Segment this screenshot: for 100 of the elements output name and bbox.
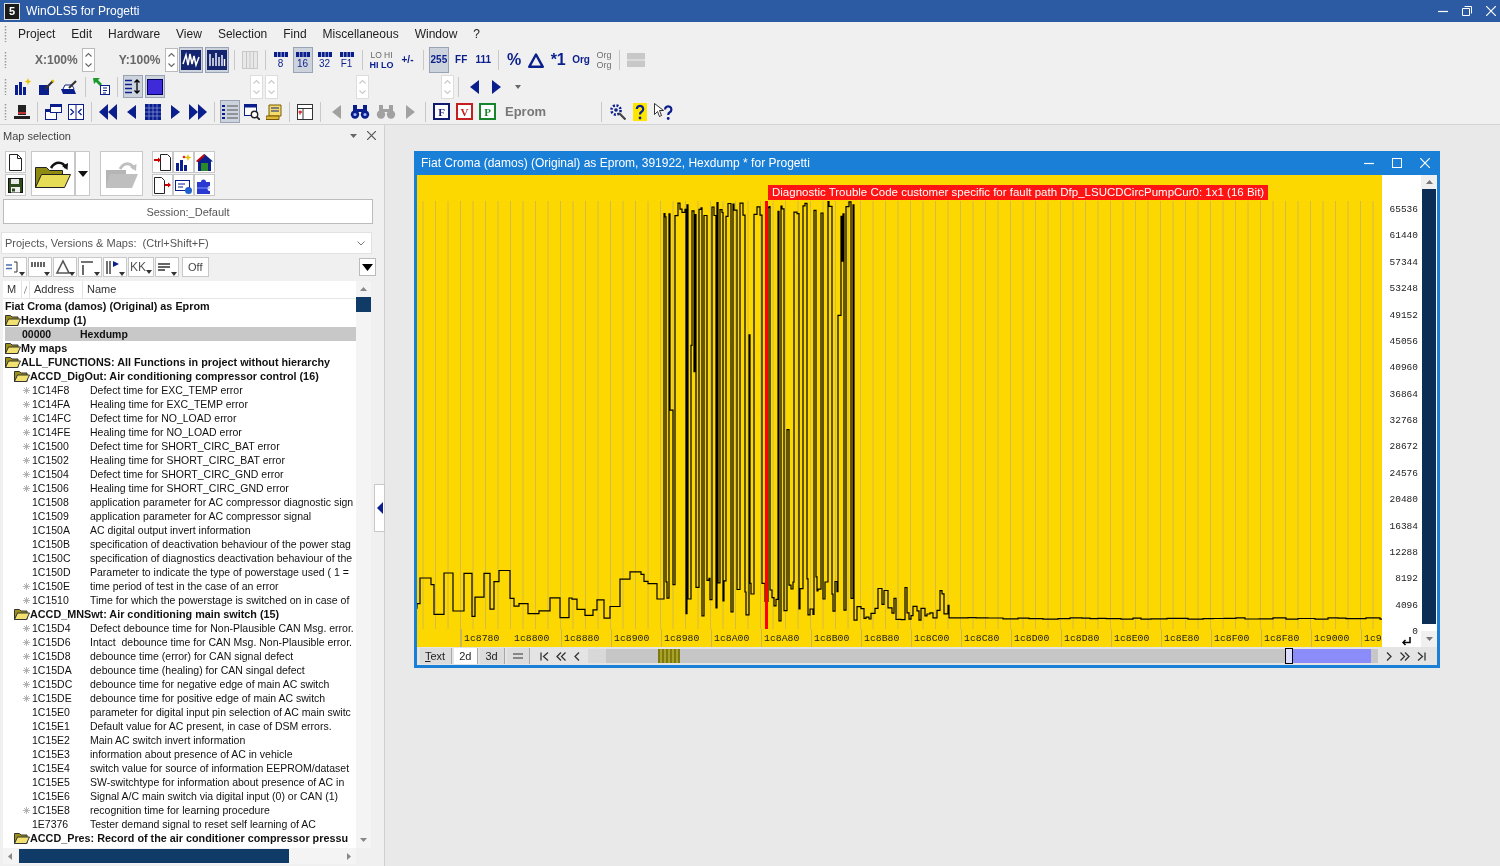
filter-button[interactable] (155, 257, 179, 277)
filter-button[interactable] (28, 257, 52, 277)
map-row[interactable]: 1C15E8 recognition time for learning procedure (5, 803, 356, 817)
view-tab[interactable] (506, 648, 530, 664)
tool-button[interactable]: +/- (397, 47, 418, 73)
map-row[interactable]: 1C14FE Healing time for NO_LOAD error (5, 425, 356, 439)
map-row[interactable]: 1C15E1 Default value for AC present, in case of DSM errors. (5, 719, 356, 733)
map-row[interactable]: 1C1500 Defect time for SHORT_CIRC_BAT error (5, 439, 356, 453)
toggle-button[interactable]: Off (182, 257, 209, 277)
grip-icon[interactable] (4, 25, 7, 43)
tool-button[interactable] (173, 174, 194, 196)
tool-button[interactable] (31, 151, 75, 196)
tool-button[interactable]: Org (570, 47, 592, 73)
map-row[interactable]: 1C15D6 Intact debounce time for CAN Msg. Non-Plausible error. (5, 635, 356, 649)
map-row[interactable]: 1C1510 Time for which the powerstage is switched on in case of (5, 593, 356, 607)
folder-label[interactable]: ACCD_MNSwt: Air conditioning main switch (15) (30, 607, 280, 621)
menu-item[interactable]: Miscellaneous (314, 27, 407, 41)
menu-item[interactable]: ? (465, 27, 488, 41)
map-row[interactable]: 1C1502 Healing time for SHORT_CIRC_BAT error (5, 453, 356, 467)
filter-button[interactable] (103, 257, 127, 277)
dropdown-button[interactable] (75, 151, 90, 196)
letter-button[interactable]: F (433, 103, 450, 120)
double-chevron-right-icon[interactable] (1399, 651, 1410, 661)
scroll-thumb[interactable] (356, 297, 371, 312)
map-row[interactable]: 1C15E0 parameter for digital input pin selection of AC main switc (5, 705, 356, 719)
tool-button[interactable] (178, 47, 203, 73)
tool-button[interactable] (145, 75, 165, 98)
scroll-right-icon[interactable] (347, 852, 351, 860)
return-arrow-icon[interactable] (1402, 637, 1411, 646)
map-row[interactable]: 1C15E3 information about presence of AC in vehicle (5, 747, 356, 761)
tool-button[interactable] (220, 100, 240, 123)
menu-item[interactable]: Selection (209, 27, 276, 41)
tool-button[interactable]: LO HI HI LO (367, 47, 396, 73)
grip-icon[interactable] (4, 51, 7, 69)
tool-button[interactable]: 111 (473, 47, 494, 73)
collapse-button[interactable] (374, 484, 385, 532)
filter-button[interactable] (53, 257, 77, 277)
scroll-thumb[interactable] (1422, 189, 1436, 624)
map-row[interactable]: 1C15E5 SW-switchtype for information about presence of AC in (5, 775, 356, 789)
column-header[interactable]: Name (83, 281, 356, 298)
scroll-thumb[interactable] (19, 849, 289, 863)
restore-icon[interactable] (1462, 6, 1472, 16)
scroll-up-icon[interactable] (1425, 180, 1433, 184)
view-tab[interactable]: 2d (454, 648, 479, 664)
map-row[interactable]: 00000 Hexdump (5, 327, 356, 341)
tool-button[interactable]: % (504, 47, 525, 73)
tool-button[interactable] (5, 151, 26, 173)
menu-item[interactable]: View (168, 27, 210, 41)
tool-button[interactable] (173, 151, 194, 173)
grip-icon[interactable] (4, 102, 7, 121)
skip-end-icon[interactable] (1415, 651, 1426, 661)
map-row[interactable]: 1C1504 Defect time for SHORT_CIRC_GND error (5, 467, 356, 481)
filter-button[interactable]: KK (128, 257, 154, 277)
close-icon[interactable] (367, 131, 376, 140)
chevron-left-icon[interactable] (571, 651, 582, 661)
map-row[interactable]: 1C1509 application parameter for AC compressor signal (5, 509, 356, 523)
filter-button[interactable] (3, 257, 27, 277)
map-row[interactable]: 1C15DC debounce time for negative edge of main AC switch (5, 677, 356, 691)
tool-button[interactable]: 16 (292, 47, 313, 73)
scroll-down-icon[interactable] (360, 838, 367, 842)
tool-button[interactable] (194, 151, 215, 173)
double-chevron-left-icon[interactable] (555, 651, 566, 661)
map-row[interactable]: 1C150D Parameter to indicate the type of powerstage used ( 1 = (5, 565, 356, 579)
chevron-down-icon[interactable] (357, 241, 365, 246)
tool-button[interactable]: FF (451, 47, 472, 73)
maximize-icon[interactable] (1392, 158, 1402, 168)
skip-start-icon[interactable] (539, 651, 550, 661)
map-row[interactable]: 1C15E4 switch value for source of information EEPROM/dataset (5, 761, 356, 775)
spinner-icon[interactable] (164, 48, 178, 72)
letter-button[interactable]: V (456, 103, 473, 120)
session-button[interactable]: Session:_Default (3, 199, 373, 224)
map-row[interactable]: 1C15E6 Signal A/C main switch via digital input (0) or CAN (1) (5, 789, 356, 803)
folder-label[interactable]: My maps (21, 341, 68, 355)
folder-label[interactable]: ACCD_DigOut: Air conditioning compressor control (16) (30, 369, 319, 383)
tool-button[interactable] (204, 47, 229, 73)
map-row[interactable]: 1E7376 Tester demand signal to reset self learning of AC (5, 817, 356, 831)
tool-button[interactable] (194, 174, 215, 196)
folder-label[interactable]: Hexdump (1) (21, 313, 87, 327)
tool-button[interactable] (152, 174, 173, 196)
dropdown-button[interactable] (359, 258, 376, 276)
menu-item[interactable]: Project (10, 27, 64, 41)
tool-button[interactable] (152, 151, 173, 173)
map-row[interactable]: 1C15D8 debounce time (error) for CAN signal defect (5, 649, 356, 663)
menu-item[interactable]: Edit (63, 27, 101, 41)
tool-button[interactable] (630, 100, 650, 123)
map-row[interactable]: 1C150E time period of test in the case of an error (5, 579, 356, 593)
dropdown-icon[interactable] (350, 133, 357, 138)
tool-button[interactable]: *1 (548, 47, 569, 73)
map-row[interactable]: 1C1508 application parameter for AC compressor diagnostic sign (5, 495, 356, 509)
column-header[interactable]: M (3, 281, 22, 298)
tool-button[interactable]: 8 (270, 47, 291, 73)
folder-label[interactable]: ALL_FUNCTIONS: All Functions in project without hierarchy (21, 355, 331, 369)
menu-item[interactable]: Window (406, 27, 466, 41)
tool-button[interactable]: F1 (336, 47, 357, 73)
map-row[interactable]: 1C14FC Defect time for NO_LOAD error (5, 411, 356, 425)
spinner-icon[interactable] (81, 48, 95, 72)
tool-button[interactable]: 255 (428, 47, 450, 73)
tool-button[interactable] (123, 75, 143, 98)
project-label[interactable]: Fiat Croma (damos) (Original) as Eprom (5, 299, 210, 313)
map-row[interactable]: 1C15DA debounce time (healing) for CAN singal defect (5, 663, 356, 677)
